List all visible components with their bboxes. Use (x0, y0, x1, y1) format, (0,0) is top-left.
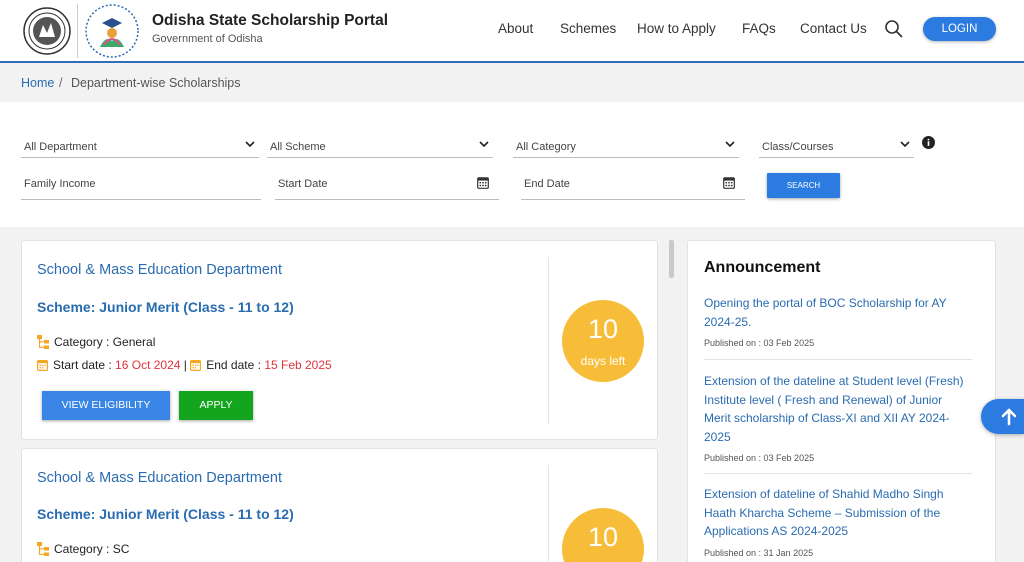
login-button[interactable]: LOGIN (923, 17, 996, 41)
announcement-link[interactable]: Extension of the dateline at Student lev… (704, 372, 972, 446)
breadcrumb-separator: / (59, 76, 63, 90)
department-select-value: All Department (24, 141, 97, 153)
announcement-panel: Announcement Opening the portal of BOC S… (687, 240, 996, 562)
end-date-label: End date : (206, 358, 261, 372)
back-to-top-button[interactable] (981, 399, 1024, 434)
announcement-item: Extension of dateline of Shahid Madho Si… (704, 485, 972, 558)
calendar-icon[interactable] (723, 176, 735, 189)
date-separator: | (183, 358, 187, 372)
breadcrumb-home[interactable]: Home (21, 76, 54, 90)
nav-faqs[interactable]: FAQs (742, 21, 776, 36)
odisha-emblem-logo[interactable] (22, 5, 72, 57)
category-tree-icon (37, 542, 49, 556)
info-icon[interactable] (922, 136, 935, 149)
announcement-title: Announcement (704, 259, 821, 276)
calendar-icon[interactable] (477, 176, 489, 189)
logo-divider (77, 4, 78, 58)
category-select-value: All Category (516, 141, 576, 153)
card-divider (548, 257, 549, 424)
announcement-link[interactable]: Extension of dateline of Shahid Madho Si… (704, 485, 972, 541)
days-left-number: 10 (587, 522, 619, 552)
scrollbar-thumb[interactable] (669, 240, 674, 278)
days-left-number: 10 (587, 314, 619, 344)
card-dates-row: Start date : 16 Oct 2024 | End date : 15… (37, 358, 332, 372)
search-icon[interactable] (884, 19, 904, 39)
card-department[interactable]: School & Mass Education Department (37, 470, 282, 486)
view-eligibility-button[interactable]: VIEW ELIGIBILITY (42, 391, 170, 420)
department-select[interactable]: All Department (21, 132, 259, 158)
category-select[interactable]: All Category (513, 132, 739, 158)
days-left-label: days left (580, 354, 626, 368)
announcement-divider (704, 473, 972, 474)
site-subtitle: Government of Odisha (152, 33, 263, 45)
card-category: Category : General (54, 335, 156, 349)
card-scheme[interactable]: Scheme: Junior Merit (Class - 11 to 12) (37, 299, 294, 315)
category-tree-icon (37, 335, 49, 349)
scholarship-portal-logo[interactable] (84, 3, 140, 59)
card-category: Category : SC (54, 542, 130, 556)
scholarship-card: School & Mass Education Department Schem… (21, 448, 658, 562)
site-title: Odisha State Scholarship Portal (152, 12, 389, 29)
card-department[interactable]: School & Mass Education Department (37, 262, 282, 278)
days-left-badge: 10 days left (562, 300, 644, 382)
card-category-row: Category : SC (37, 542, 129, 556)
nav-contact-us[interactable]: Contact Us (800, 21, 867, 36)
start-date-field[interactable] (275, 174, 499, 200)
announcement-date: Published on : 31 Jan 2025 (704, 547, 814, 558)
start-date-input[interactable] (275, 178, 477, 190)
start-date-value: 16 Oct 2024 (115, 358, 181, 372)
search-button[interactable]: SEARCH (767, 173, 840, 198)
class-courses-select-value: Class/Courses (762, 141, 834, 153)
chevron-down-icon (725, 141, 735, 148)
end-date-input[interactable] (521, 178, 723, 190)
filter-panel (0, 102, 1024, 227)
breadcrumb: Home / Department-wise Scholarships (0, 65, 1024, 101)
family-income-field[interactable] (21, 174, 261, 200)
calendar-icon (190, 360, 202, 371)
apply-button[interactable]: APPLY (179, 391, 253, 420)
announcement-date: Published on : 03 Feb 2025 (704, 453, 815, 463)
announcement-date: Published on : 03 Feb 2025 (704, 338, 815, 348)
site-header: Odisha State Scholarship Portal Governme… (0, 0, 1024, 63)
announcement-divider (704, 359, 972, 360)
nav-schemes[interactable]: Schemes (560, 21, 616, 36)
end-date-field[interactable] (521, 174, 745, 200)
family-income-input[interactable] (21, 178, 237, 190)
nav-how-to-apply[interactable]: How to Apply (637, 21, 716, 36)
days-left-badge: 10 (562, 508, 644, 562)
arrow-up-icon (1001, 408, 1017, 426)
announcement-item: Extension of the dateline at Student lev… (704, 372, 972, 463)
scheme-select[interactable]: All Scheme (267, 132, 493, 158)
chevron-down-icon (900, 141, 910, 148)
chevron-down-icon (245, 141, 255, 148)
chevron-down-icon (479, 141, 489, 148)
nav-about[interactable]: About (498, 21, 533, 36)
card-scheme[interactable]: Scheme: Junior Merit (Class - 11 to 12) (37, 506, 294, 522)
card-category-row: Category : General (37, 335, 155, 349)
breadcrumb-current: Department-wise Scholarships (71, 76, 241, 90)
calendar-icon (37, 360, 48, 371)
card-divider (548, 465, 549, 562)
scheme-select-value: All Scheme (270, 141, 326, 153)
content-scrollbar[interactable] (666, 238, 674, 562)
start-date-label: Start date : (53, 358, 112, 372)
end-date-value: 15 Feb 2025 (264, 358, 332, 372)
announcement-item: Opening the portal of BOC Scholarship fo… (704, 294, 972, 348)
class-courses-select[interactable]: Class/Courses (759, 132, 914, 158)
announcement-link[interactable]: Opening the portal of BOC Scholarship fo… (704, 294, 972, 331)
scholarship-card: School & Mass Education Department Schem… (21, 240, 658, 440)
